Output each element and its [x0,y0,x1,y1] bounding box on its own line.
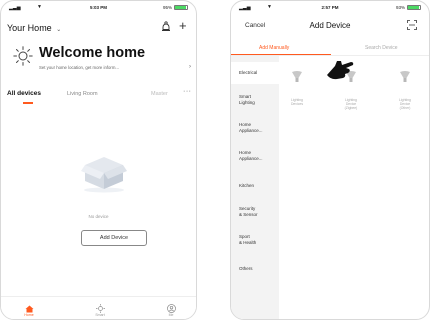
tab-search-device[interactable]: Search Device [365,45,398,51]
category-smart-lighting[interactable]: Smart Lighting [231,94,279,106]
category-home-appliance-2[interactable]: Home Appliance... [231,150,279,162]
tab-master[interactable]: Master [151,91,173,97]
page-title: Add Device [309,21,351,30]
home-screen-phone: ▂▃▅ ▼ 5:03 PM 95% Your Home ⌄ + Welcome … [0,0,197,320]
battery-indicator: 95% [163,5,188,10]
status-time: 2:57 PM [321,5,339,10]
empty-box-illustration [81,157,127,193]
more-icon[interactable]: ··· [183,88,192,95]
pointer-hand-icon [327,61,354,80]
device-lighting[interactable]: Lighting Devices [283,98,311,106]
tab-living-room[interactable]: Living Room [67,91,98,97]
battery-percent: 95% [162,5,172,10]
device-lighting-other[interactable]: Lighting Device (Other) [391,98,419,110]
category-sidebar: Electrical Smart Lighting Home Appliance… [231,56,279,319]
tab-add-manually[interactable]: Add Manually [259,45,289,51]
me-icon [166,304,176,313]
battery-indicator: 93% [396,5,421,10]
tabbar-me-label: Me [168,313,174,317]
category-security-sensor[interactable]: Security & Sensor [231,206,279,218]
category-kitchen[interactable]: Kitchen [231,183,279,189]
tabbar-me[interactable]: Me [156,304,186,317]
category-home-appliance-1[interactable]: Home Appliance... [231,122,279,134]
add-icon[interactable]: + [179,18,187,33]
status-time: 5:03 PM [89,5,107,10]
sun-icon [13,46,33,66]
tab-all-devices[interactable]: All devices [7,90,41,97]
active-segment-underline [231,54,331,55]
category-others[interactable]: Others [231,266,279,272]
battery-percent: 93% [395,5,405,10]
add-device-button[interactable]: Add Device [81,230,147,246]
tabbar-home-label: Home [24,313,34,317]
add-device-phone: ▂▃▅ ▼ 2:57 PM 93% Cancel Add Device Add … [230,0,430,320]
home-name: Your Home [7,23,52,33]
empty-state-text: No device [88,214,109,219]
battery-icon [174,5,188,10]
welcome-title: Welcome home [39,45,146,61]
home-icon [25,305,33,313]
category-electrical[interactable]: Electrical [231,62,279,84]
bottom-tab-bar: Home Smart Me [1,296,196,319]
scan-icon[interactable] [407,20,417,30]
status-bar: ▂▃▅ ▼ 2:57 PM 93% [239,4,421,14]
bulb-icon[interactable] [399,70,411,84]
home-selector[interactable]: Your Home ⌄ [7,23,61,33]
category-sport-health[interactable]: Sport & Health [231,234,279,246]
welcome-subtitle[interactable]: Set your home location, get more inform.… [39,65,119,70]
status-bar: ▂▃▅ ▼ 5:03 PM 95% [9,4,188,14]
active-tab-underline [23,102,33,104]
tabbar-home[interactable]: Home [14,305,44,317]
chevron-right-icon[interactable]: › [189,64,191,70]
tabbar-smart[interactable]: Smart [85,304,115,317]
home-settings-icon[interactable] [161,21,171,35]
tabbar-smart-label: Smart [95,313,105,317]
device-lighting-zigbee[interactable]: Lighting Device (Zigbee) [337,98,365,110]
battery-icon [407,5,421,10]
bulb-icon[interactable] [291,70,303,84]
chevron-down-icon: ⌄ [56,27,62,33]
smart-sun-icon [95,304,105,313]
